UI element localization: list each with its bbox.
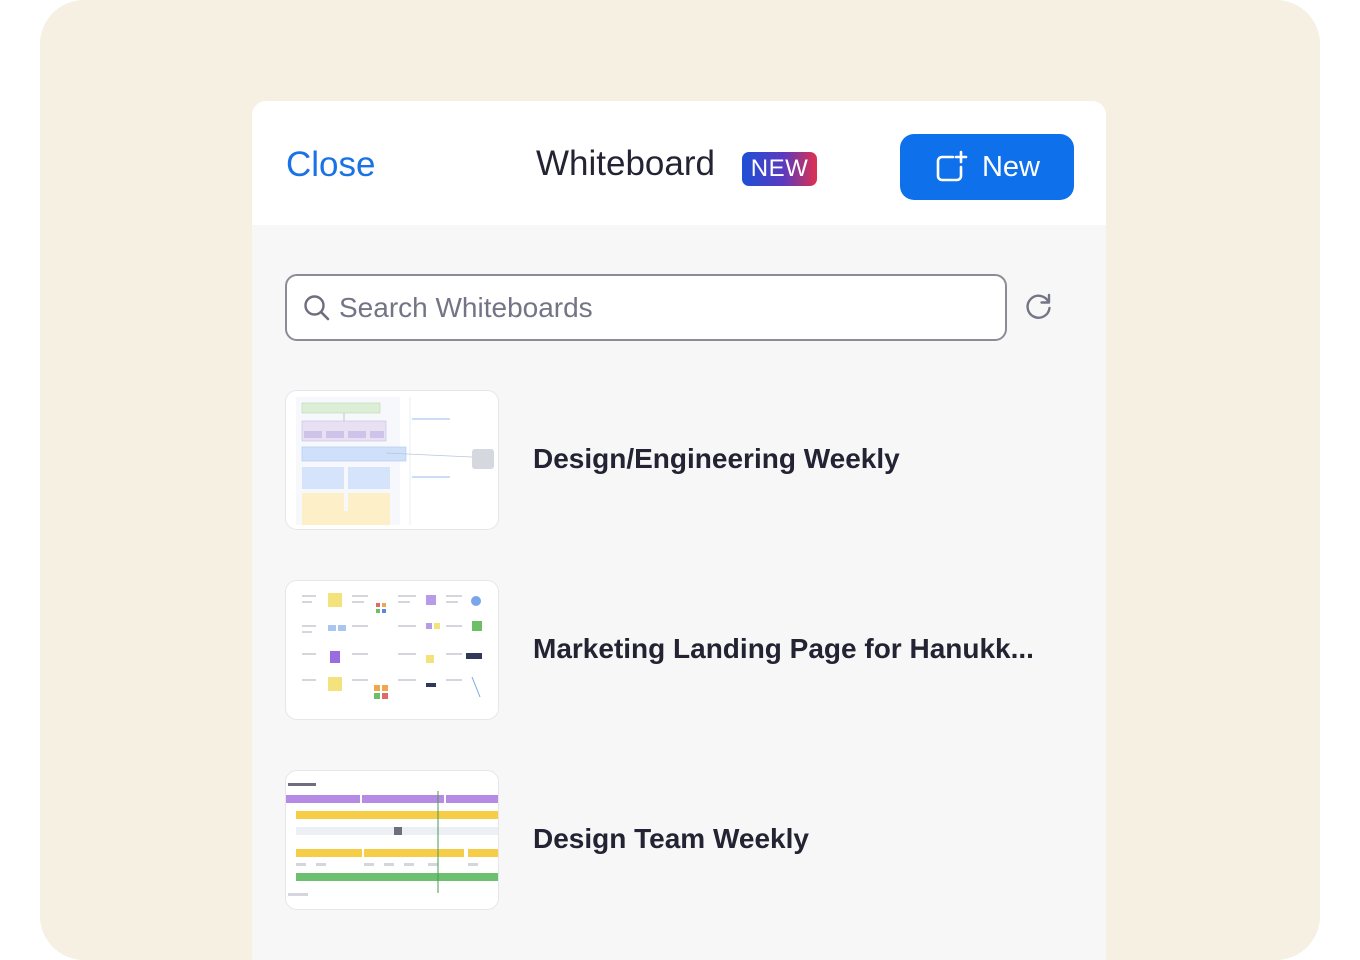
whiteboard-thumbnail [285,580,499,720]
new-button-label: New [981,150,1040,183]
search-input[interactable] [339,284,989,332]
new-badge: NEW [742,152,817,186]
whiteboard-name: Design/Engineering Weekly [533,443,900,474]
whiteboard-name: Marketing Landing Page for Hanukk... [533,633,1034,664]
search-box [285,274,1007,341]
new-whiteboard-button[interactable]: New [900,134,1074,200]
page-title: Whiteboard [536,144,715,183]
search-icon [303,294,331,327]
whiteboard-list-item[interactable]: Design/Engineering Weekly [285,390,1075,530]
whiteboard-thumbnail [285,390,499,530]
whiteboard-panel: Close Whiteboard NEW New Search Whiteboa… [252,101,1106,960]
add-board-icon [934,150,968,184]
whiteboard-thumbnail [285,770,499,910]
whiteboard-list-item[interactable]: Marketing Landing Page for Hanukk... [285,580,1075,720]
close-button[interactable]: Close [286,145,375,185]
refresh-icon[interactable] [1024,291,1054,326]
whiteboard-name: Design Team Weekly [533,823,809,854]
panel-header: Close Whiteboard NEW New [252,101,1106,225]
whiteboard-list-item[interactable]: Design Team Weekly [285,770,1075,910]
